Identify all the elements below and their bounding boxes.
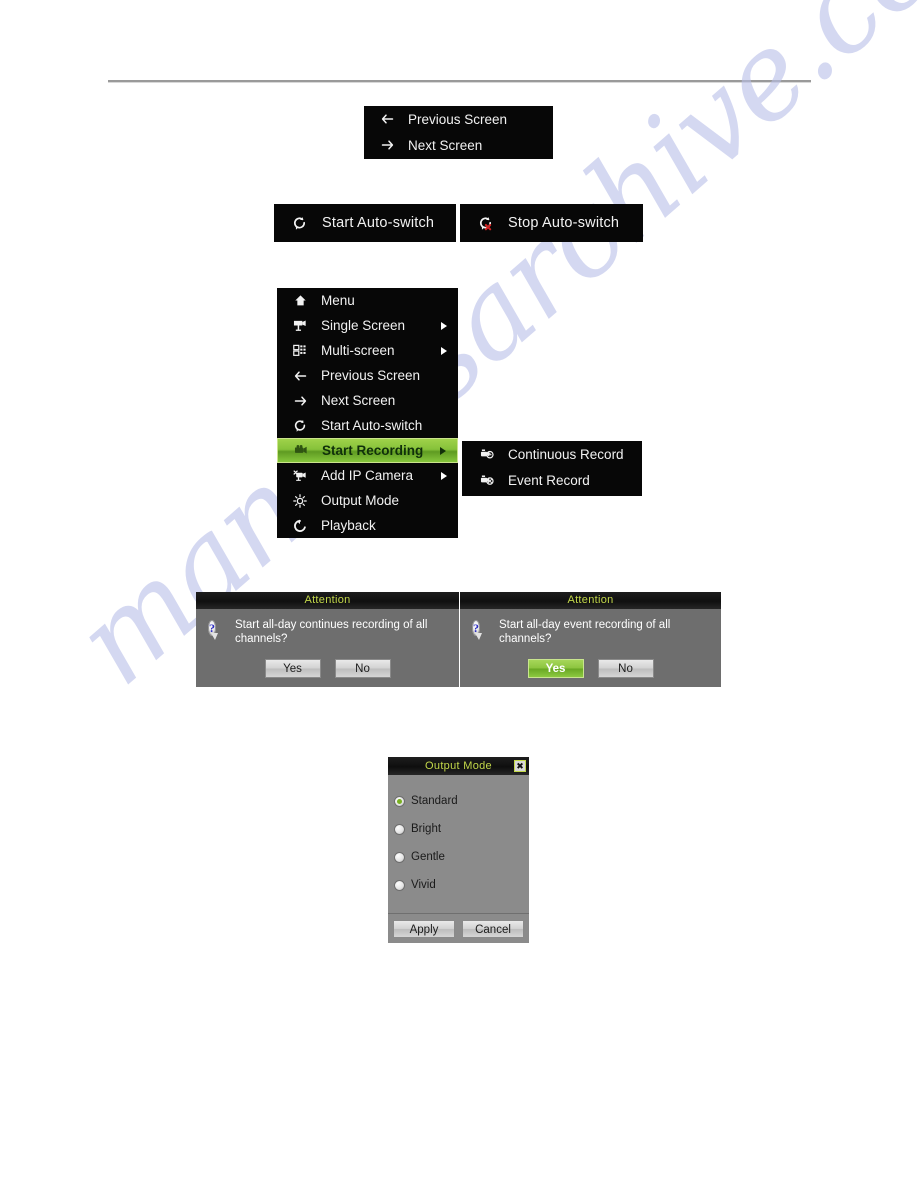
output-mode-option-gentle[interactable]: Gentle bbox=[394, 843, 529, 871]
menu-item-label: Previous Screen bbox=[408, 111, 508, 127]
context-menu-item-output-mode[interactable]: Output Mode bbox=[277, 488, 458, 513]
event-record-icon bbox=[476, 474, 498, 487]
question-icon: ? bbox=[472, 619, 492, 641]
context-menu-item-label: Start Auto-switch bbox=[321, 418, 423, 433]
dialog-button-row: Yes No bbox=[460, 659, 721, 678]
arrow-left-icon bbox=[376, 113, 398, 125]
context-menu-item-multi-screen[interactable]: Multi-screen bbox=[277, 338, 458, 363]
context-menu-item-label: Playback bbox=[321, 518, 376, 533]
dialog-message-row: ? Start all-day event recording of all c… bbox=[460, 619, 721, 646]
output-mode-footer: Apply Cancel bbox=[388, 913, 529, 943]
context-menu-item-label: Multi-screen bbox=[321, 343, 395, 358]
start-auto-switch-row[interactable]: Start Auto-switch bbox=[274, 204, 456, 242]
output-mode-title-bar: Output Mode ✖ bbox=[388, 757, 529, 775]
right-click-context-menu: Menu Single Screen Multi-screen Previous… bbox=[277, 288, 458, 538]
chevron-right-icon bbox=[441, 346, 447, 355]
context-menu-item-start-recording[interactable]: Start Recording bbox=[277, 438, 458, 463]
start-recording-submenu: Continuous Record Event Record bbox=[462, 441, 642, 496]
radio-icon bbox=[394, 851, 405, 863]
ip-camera-icon bbox=[289, 469, 311, 482]
context-menu-item-next-screen[interactable]: Next Screen bbox=[277, 388, 458, 413]
output-mode-dialog: Output Mode ✖ Standard Bright Gentle Viv… bbox=[388, 757, 529, 943]
no-button[interactable]: No bbox=[334, 659, 391, 678]
dialog-body: ? Start all-day event recording of all c… bbox=[460, 609, 721, 687]
context-menu-item-label: Previous Screen bbox=[321, 368, 421, 383]
context-menu-item-previous-screen[interactable]: Previous Screen bbox=[277, 363, 458, 388]
dialog-button-row: Yes No bbox=[196, 659, 459, 678]
refresh-stop-icon bbox=[474, 216, 496, 231]
header-divider bbox=[108, 80, 811, 83]
question-icon: ? bbox=[208, 619, 228, 641]
radio-icon bbox=[394, 823, 405, 835]
context-menu-item-label: Start Recording bbox=[322, 443, 424, 458]
output-mode-option-bright[interactable]: Bright bbox=[394, 815, 529, 843]
attention-dialog-continuous: Attention ? Start all-day continues reco… bbox=[196, 592, 459, 687]
context-menu-item-add-ip-camera[interactable]: Add IP Camera bbox=[277, 463, 458, 488]
arrow-left-icon bbox=[289, 370, 311, 382]
dialog-message-row: ? Start all-day continues recording of a… bbox=[196, 619, 459, 646]
brightness-icon bbox=[289, 493, 311, 508]
output-mode-option-label: Gentle bbox=[411, 851, 445, 863]
output-mode-title: Output Mode bbox=[425, 760, 492, 772]
submenu-item-event-record[interactable]: Event Record bbox=[462, 467, 642, 493]
context-menu-item-label: Single Screen bbox=[321, 318, 406, 333]
attention-dialog-event: Attention ? Start all-day event recordin… bbox=[460, 592, 721, 687]
no-button[interactable]: No bbox=[597, 659, 654, 678]
radio-icon bbox=[394, 879, 405, 891]
start-auto-switch-button[interactable]: Start Auto-switch bbox=[274, 204, 456, 242]
menu-item-next-screen[interactable]: Next Screen bbox=[364, 132, 553, 158]
submenu-item-continuous-record[interactable]: Continuous Record bbox=[462, 441, 642, 467]
playback-icon bbox=[289, 519, 311, 533]
dialog-title: Attention bbox=[460, 592, 721, 609]
refresh-icon bbox=[289, 419, 311, 433]
chevron-right-icon bbox=[441, 471, 447, 480]
context-menu-item-label: Output Mode bbox=[321, 493, 400, 508]
yes-button[interactable]: Yes bbox=[527, 659, 584, 678]
output-mode-option-standard[interactable]: Standard bbox=[394, 787, 529, 815]
home-icon bbox=[289, 294, 311, 307]
refresh-icon bbox=[288, 216, 310, 231]
context-menu-item-playback[interactable]: Playback bbox=[277, 513, 458, 538]
submenu-item-label: Event Record bbox=[508, 472, 590, 488]
output-mode-option-label: Bright bbox=[411, 823, 442, 835]
stop-auto-switch-label: Stop Auto-switch bbox=[508, 215, 620, 231]
context-menu-item-label: Add IP Camera bbox=[321, 468, 414, 483]
dialog-body: ? Start all-day continues recording of a… bbox=[196, 609, 459, 687]
stop-auto-switch-row[interactable]: Stop Auto-switch bbox=[460, 204, 643, 242]
grid-icon bbox=[289, 344, 311, 357]
context-menu-item-start-auto-switch[interactable]: Start Auto-switch bbox=[277, 413, 458, 438]
chevron-right-icon bbox=[441, 321, 447, 330]
radio-icon bbox=[394, 795, 405, 807]
context-menu-item-label: Menu bbox=[321, 293, 355, 308]
dialog-message: Start all-day event recording of all cha… bbox=[499, 619, 671, 645]
context-menu-item-single-screen[interactable]: Single Screen bbox=[277, 313, 458, 338]
context-menu-item-label: Next Screen bbox=[321, 393, 396, 408]
stop-auto-switch-button[interactable]: Stop Auto-switch bbox=[460, 204, 643, 242]
page-watermark: manualsarchive.com bbox=[0, 0, 918, 1188]
dialog-title: Attention bbox=[196, 592, 459, 609]
dialog-message: Start all-day continues recording of all… bbox=[235, 619, 428, 645]
output-mode-option-list: Standard Bright Gentle Vivid bbox=[388, 775, 529, 899]
arrow-right-icon bbox=[289, 395, 311, 407]
continuous-record-icon bbox=[476, 448, 498, 461]
start-auto-switch-label: Start Auto-switch bbox=[322, 215, 435, 231]
yes-button[interactable]: Yes bbox=[264, 659, 321, 678]
output-mode-option-vivid[interactable]: Vivid bbox=[394, 871, 529, 899]
submenu-item-label: Continuous Record bbox=[508, 446, 624, 462]
output-mode-option-label: Standard bbox=[411, 795, 458, 807]
apply-button[interactable]: Apply bbox=[393, 919, 455, 938]
close-icon[interactable]: ✖ bbox=[514, 760, 526, 772]
record-icon bbox=[290, 444, 312, 457]
camera-icon bbox=[289, 319, 311, 332]
cancel-button[interactable]: Cancel bbox=[462, 919, 524, 938]
menu-item-label: Next Screen bbox=[408, 137, 483, 153]
previous-next-screen-panel: Previous Screen Next Screen bbox=[364, 106, 553, 159]
arrow-right-icon bbox=[376, 139, 398, 151]
context-menu-item-menu[interactable]: Menu bbox=[277, 288, 458, 313]
menu-item-previous-screen[interactable]: Previous Screen bbox=[364, 106, 553, 132]
output-mode-option-label: Vivid bbox=[411, 879, 436, 891]
chevron-right-icon bbox=[440, 446, 446, 455]
